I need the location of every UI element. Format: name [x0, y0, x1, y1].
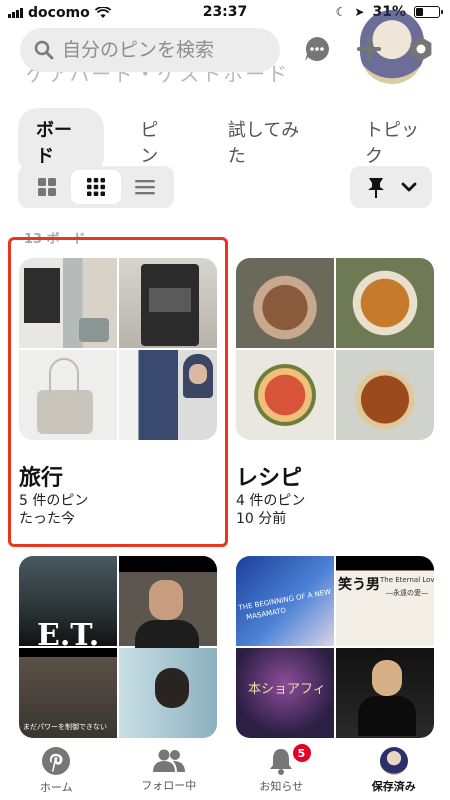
board-cover: E.T. まだパワーを制御できない — [19, 556, 217, 738]
nav-home[interactable]: ホーム — [0, 740, 113, 800]
board-image — [336, 350, 434, 440]
moon-icon: ☾ — [335, 5, 347, 19]
nav-following-label: フォロー中 — [141, 778, 197, 792]
poster-mihodori-text: 本ショアフィ — [248, 682, 326, 697]
view-toggle — [18, 166, 174, 208]
board-title: レシピ — [236, 466, 303, 491]
board-image: E.T. — [19, 556, 117, 653]
board-image: THE BEGINNING OF A NEW MASAMATO — [236, 556, 334, 646]
bell-icon — [270, 748, 293, 775]
board-cover: THE BEGINNING OF A NEW MASAMATO 笑う男 The … — [236, 556, 434, 738]
poster-warai-text: 笑う男 — [338, 577, 380, 593]
nav-following[interactable]: フォロー中 — [113, 740, 226, 800]
list-icon — [135, 180, 156, 195]
board-image: まだパワーを制御できない — [19, 648, 117, 738]
view-list-button[interactable] — [121, 170, 170, 204]
nav-saved-label: 保存済み — [371, 779, 416, 793]
poster-eien-text: ―永遠の愛― — [386, 589, 428, 597]
nav-saved[interactable]: 保存済み — [338, 740, 450, 800]
battery-icon — [414, 6, 443, 18]
board-pin-count: 4 件のピン — [236, 493, 306, 509]
board-cover — [236, 258, 434, 440]
pin-sort-icon — [368, 178, 384, 198]
board-image — [336, 648, 434, 738]
large-grid-icon — [37, 178, 56, 196]
view-large-grid-button[interactable] — [22, 170, 71, 204]
search-bar[interactable] — [20, 28, 280, 72]
search-icon — [34, 40, 54, 60]
nav-notifications[interactable]: 5 お知らせ — [225, 740, 338, 800]
bottom-nav: ホーム フォロー中 5 お知らせ 保存済み — [0, 740, 450, 800]
board-updated: 10 分前 — [236, 511, 287, 527]
highlight-box — [8, 237, 228, 547]
board-image — [119, 556, 217, 650]
board-image — [236, 350, 334, 440]
settings-icon[interactable] — [406, 34, 436, 64]
pinterest-icon — [42, 746, 71, 775]
search-input[interactable] — [62, 39, 262, 61]
board-image — [336, 258, 434, 348]
nav-home-label: ホーム — [39, 780, 73, 794]
tab-tried[interactable]: 試してみた — [210, 108, 329, 176]
small-grid-icon — [86, 178, 105, 196]
people-icon — [152, 749, 185, 772]
board-card-movies[interactable]: E.T. まだパワーを制御できない — [19, 556, 217, 738]
add-icon[interactable] — [354, 34, 384, 64]
chevron-down-icon — [401, 182, 417, 192]
notification-badge: 5 — [292, 744, 311, 762]
poster-eternal-text: The Eternal Love — [380, 576, 434, 584]
board-image — [119, 648, 217, 738]
location-icon: ➤ — [354, 5, 365, 19]
board-image — [236, 258, 334, 348]
board-image: 本ショアフィ — [236, 648, 334, 738]
nav-notifications-label: お知らせ — [259, 779, 304, 793]
poster-warrior-text: まだパワーを制御できない — [23, 723, 107, 731]
board-card-recipe[interactable]: レシピ 4 件のピン 10 分前 — [236, 258, 434, 528]
messages-icon[interactable] — [302, 34, 332, 64]
board-image: 笑う男 The Eternal Love ―永遠の愛― — [336, 556, 434, 646]
avatar — [379, 746, 408, 775]
sort-button[interactable] — [350, 166, 432, 208]
view-small-grid-button[interactable] — [71, 170, 121, 204]
board-card-stage[interactable]: THE BEGINNING OF A NEW MASAMATO 笑う男 The … — [236, 556, 434, 738]
